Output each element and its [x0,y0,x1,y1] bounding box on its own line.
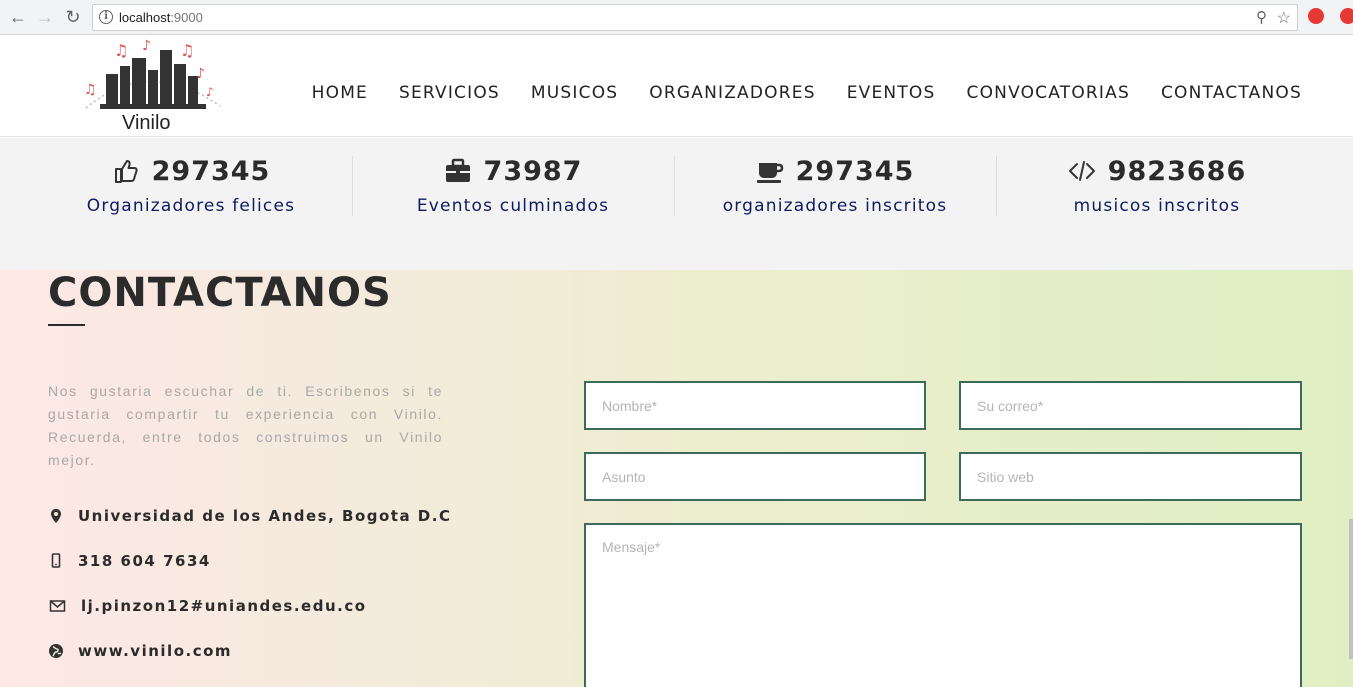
site-header: ♫ ♪ ♫ ♪ ♫ ♪ Vinilo HOME SERVICIOS MUSICO… [0,36,1353,137]
stat-number: 297345 [151,155,271,187]
info-icon[interactable]: i [99,10,113,24]
email-text[interactable]: lj.pinzon12#uniandes.edu.co [81,597,367,615]
phone-text: 318 604 7634 [78,552,211,570]
address-text: Universidad de los Andes, Bogota D.C [78,507,452,525]
contact-phone: 318 604 7634 [48,552,211,570]
stat-number: 297345 [795,155,915,187]
svg-text:♫: ♫ [114,41,128,60]
reload-icon[interactable]: ↻ [62,6,84,28]
browser-toolbar: ← → ↻ i localhost:9000 ⚲ ☆ [0,0,1353,35]
stat-label: Organizadores felices [86,196,296,216]
contact-email: lj.pinzon12#uniandes.edu.co [48,597,367,615]
scrollbar-thumb[interactable] [1349,519,1353,659]
url-text: localhost:9000 [119,10,203,25]
stat-label: musicos inscritos [1073,196,1241,216]
stat-eventos-culminados: 73987 Eventos culminados [352,154,674,220]
zoom-icon[interactable]: ⚲ [1256,8,1267,26]
contact-title: CONTACTANOS [48,270,392,316]
extension-icon[interactable] [1340,8,1353,24]
globe-icon [49,644,63,658]
logo-text: Vinilo [122,112,171,134]
email-field-wrapper [959,381,1302,430]
vinilo-logo[interactable]: ♫ ♪ ♫ ♪ ♫ ♪ Vinilo [78,36,226,136]
forward-icon[interactable]: → [34,6,56,28]
contact-section: CONTACTANOS Nos gustaria escuchar de ti.… [0,270,1353,687]
stat-musicos-inscritos: 9823686 musicos inscritos [996,154,1318,220]
nav-contactanos[interactable]: CONTACTANOS [1161,83,1302,103]
envelope-icon [49,600,66,612]
bookmark-star-icon[interactable]: ☆ [1277,8,1291,28]
stat-label: organizadores inscritos [722,196,948,216]
website-field-wrapper [959,452,1302,501]
contact-website: www.vinilo.com [48,642,232,660]
briefcase-icon [445,158,470,182]
name-input[interactable] [586,383,924,428]
code-icon [1068,161,1095,181]
svg-text:♫: ♫ [84,82,97,98]
name-field-wrapper [584,381,926,430]
message-field-wrapper [584,523,1302,687]
svg-text:♫: ♫ [180,41,194,60]
coffee-icon [756,163,783,183]
map-marker-icon [51,509,61,523]
thumbs-up-icon [114,160,138,183]
mobile-phone-icon [51,553,61,568]
stat-number: 9823686 [1107,155,1247,187]
svg-text:♪: ♪ [196,66,205,82]
back-icon[interactable]: ← [7,6,29,28]
subject-field-wrapper [584,452,926,501]
nav-home[interactable]: HOME [312,83,368,103]
nav-convocatorias[interactable]: CONVOCATORIAS [967,83,1130,103]
nav-musicos[interactable]: MUSICOS [531,83,618,103]
svg-text:♪: ♪ [206,85,214,99]
website-text[interactable]: www.vinilo.com [78,642,232,660]
nav-servicios[interactable]: SERVICIOS [399,83,500,103]
address-bar[interactable]: i localhost:9000 ⚲ ☆ [92,4,1298,31]
stat-organizadores-inscritos: 297345 organizadores inscritos [674,154,996,220]
nav-organizadores[interactable]: ORGANIZADORES [649,83,815,103]
svg-text:♪: ♪ [142,38,151,54]
stat-number: 73987 [483,155,583,187]
website-input[interactable] [961,454,1300,499]
stat-label: Eventos culminados [416,196,610,216]
subject-input[interactable] [586,454,924,499]
stats-section: 297345 Organizadores felices 73987 Event… [0,138,1353,270]
contact-address: Universidad de los Andes, Bogota D.C [48,507,451,525]
email-input[interactable] [961,383,1300,428]
contact-intro: Nos gustaria escuchar de ti. Escribenos … [48,383,443,468]
opera-extension-icon[interactable] [1308,8,1324,24]
stat-organizadores-felices: 297345 Organizadores felices [30,154,352,220]
nav-eventos[interactable]: EVENTOS [847,83,936,103]
title-divider [48,324,85,326]
main-nav: HOME SERVICIOS MUSICOS ORGANIZADORES EVE… [312,83,1302,103]
message-textarea[interactable] [586,525,1300,687]
page-scrollbar[interactable] [1349,36,1353,687]
